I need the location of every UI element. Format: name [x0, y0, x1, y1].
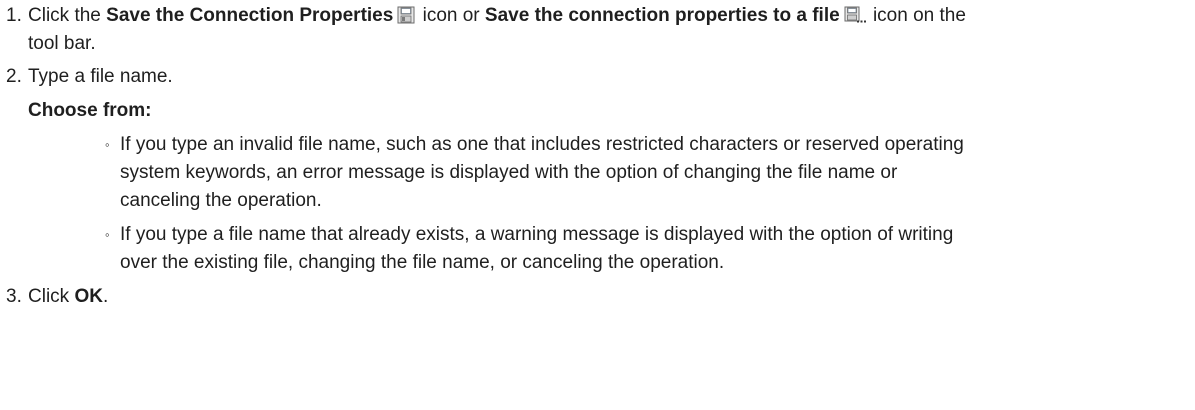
- choice-2-line-2: over the existing file, changing the fil…: [120, 252, 725, 273]
- choice-2-line-1: If you type a file name that already exi…: [120, 224, 954, 245]
- choice-item: ◦ If you type an invalid file name, such…: [28, 131, 1187, 215]
- step-2-text: Type a file name.: [28, 66, 173, 87]
- choice-1-line-3: canceling the operation.: [120, 190, 322, 211]
- step-1-text-after: icon on the: [867, 5, 966, 26]
- step-1-line-1: Click the Save the Connection Properties…: [28, 2, 1191, 30]
- floppy-disk-save-to-file-icon: [844, 6, 866, 23]
- step-1-text-mid: icon or: [417, 5, 485, 26]
- step-2: 2. Type a file name. Choose from: ◦ If y…: [0, 63, 1195, 277]
- step-3: 3. Click OK.: [0, 283, 1195, 311]
- step-1-line-2: tool bar.: [28, 33, 96, 54]
- choose-from-label: Choose from:: [28, 100, 152, 121]
- save-connection-properties-label: Save the Connection Properties: [106, 5, 394, 26]
- step-number: 2.: [6, 66, 22, 87]
- choice-1-line-1: If you type an invalid file name, such a…: [120, 134, 964, 155]
- choice-item: ◦ If you type a file name that already e…: [28, 221, 1187, 277]
- instruction-list: 1. Click the Save the Connection Propert…: [0, 0, 1195, 311]
- floppy-disk-save-icon: [397, 6, 415, 24]
- step-number: 1.: [6, 5, 22, 26]
- hollow-bullet-icon: ◦: [105, 227, 110, 242]
- choice-1-line-2: system keywords, an error message is dis…: [120, 162, 898, 183]
- step-number: 3.: [6, 286, 22, 307]
- save-connection-properties-to-file-label: Save the connection properties to a file: [484, 5, 840, 26]
- step-3-text-before: Click: [28, 286, 75, 307]
- step-1: 1. Click the Save the Connection Propert…: [0, 2, 1195, 58]
- step-3-text-after: .: [102, 286, 109, 307]
- ok-label: OK: [74, 286, 103, 307]
- hollow-bullet-icon: ◦: [105, 137, 110, 152]
- step-3-line: Click OK.: [28, 283, 1191, 311]
- step-1-text-before: Click the: [28, 5, 107, 26]
